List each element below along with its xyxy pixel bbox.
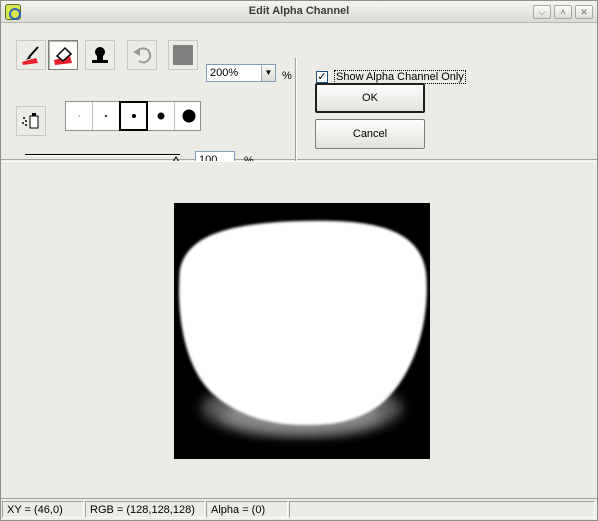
chevron-up-icon: ˄ (560, 7, 566, 17)
status-xy: XY = (46,0) (2, 501, 84, 518)
maximize-button[interactable]: ˄ (554, 5, 572, 19)
roll-up-button[interactable]: ⌵ (533, 5, 551, 19)
undo-icon (133, 47, 152, 64)
brush-size-1[interactable] (66, 102, 93, 130)
title-bar[interactable]: Edit Alpha Channel ⌵ ˄ ✕ (1, 1, 597, 23)
gray-color-swatch (173, 45, 193, 65)
window-title: Edit Alpha Channel (248, 5, 350, 17)
edit-alpha-channel-window: Edit Alpha Channel ⌵ ˄ ✕ 200% ▼ % 100 ✓ … (0, 0, 598, 521)
brush-dot-icon (131, 114, 136, 118)
ok-button[interactable]: OK (315, 83, 425, 113)
undo-button[interactable] (127, 40, 157, 70)
zoom-percent-label: % (282, 70, 292, 82)
status-rgb: RGB = (128,128,128) (85, 501, 205, 518)
chevron-down-icon[interactable]: ▼ (261, 65, 275, 81)
status-bar: XY = (46,0) RGB = (128,128,128) Alpha = … (1, 498, 597, 520)
checkmark-icon: ✓ (317, 71, 327, 83)
brush-dot-icon (157, 112, 165, 120)
cancel-button[interactable]: Cancel (315, 119, 425, 149)
brush-dot-icon (105, 115, 107, 117)
paint-brush-tool-button[interactable] (16, 40, 46, 70)
eraser-tool-button[interactable] (48, 40, 78, 70)
canvas-area[interactable] (2, 161, 596, 497)
close-button[interactable]: ✕ (575, 5, 593, 19)
stamp-tool-button[interactable] (85, 40, 115, 70)
spray-can-icon (22, 113, 39, 129)
show-alpha-only-label[interactable]: Show Alpha Channel Only (334, 70, 466, 84)
vertical-divider (295, 58, 297, 176)
show-alpha-only-checkbox[interactable]: ✓ (316, 71, 328, 83)
brush-dot-icon (182, 109, 195, 123)
spray-tool-button[interactable] (16, 106, 46, 136)
opacity-slider-track[interactable] (25, 154, 180, 156)
status-empty (289, 501, 595, 518)
eraser-icon (54, 46, 73, 65)
brush-size-3[interactable] (119, 101, 148, 131)
brush-size-4[interactable] (148, 102, 175, 130)
alpha-shape-graphic (179, 220, 427, 436)
zoom-combo[interactable]: 200% ▼ (206, 64, 276, 82)
brush-size-picker (65, 101, 201, 131)
brush-dot-icon (78, 115, 80, 117)
brush-size-2[interactable] (93, 102, 120, 130)
chevron-down-icon: ⌵ (538, 7, 546, 17)
color-swatch-button[interactable] (168, 40, 198, 70)
stamp-icon (92, 47, 108, 63)
zoom-value: 200% (210, 67, 239, 79)
alpha-channel-image[interactable] (174, 203, 430, 459)
close-icon: ✕ (580, 7, 588, 17)
tool-panel: 200% ▼ % 100 % ✓ Show Alpha Channe (1, 24, 597, 176)
status-alpha: Alpha = (0) (206, 501, 288, 518)
paint-brush-icon (22, 46, 39, 65)
brush-size-5[interactable] (175, 102, 202, 130)
